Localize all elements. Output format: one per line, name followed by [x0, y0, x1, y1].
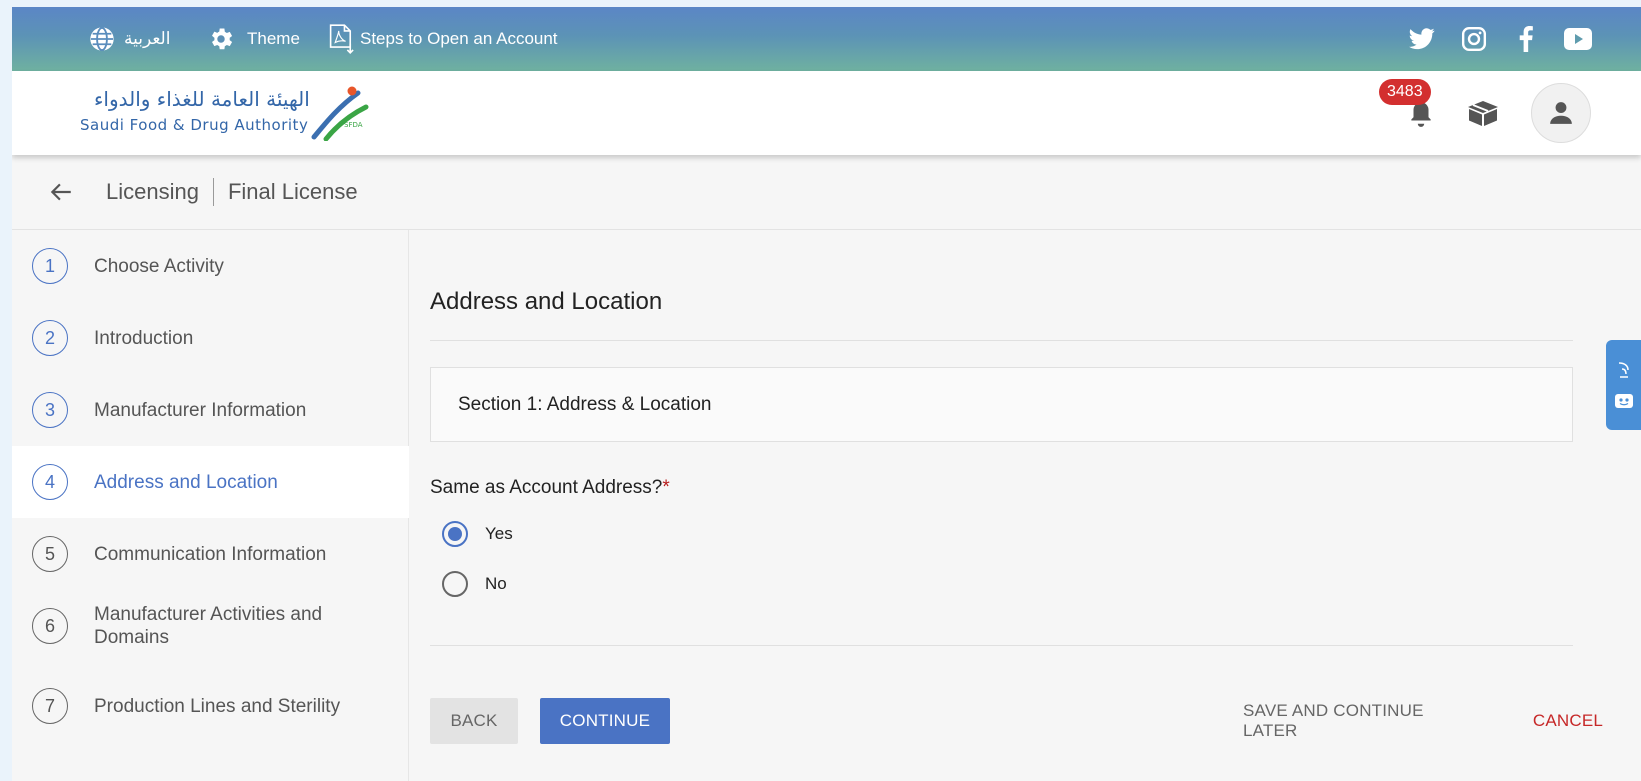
step-label: Manufacturer Activities and Domains	[94, 604, 323, 648]
sfda-emblem-icon: SFDA	[311, 86, 369, 141]
chat-bot-icon	[1614, 394, 1633, 408]
breadcrumb-section[interactable]: Licensing	[106, 179, 199, 205]
site-header: الهيئة العامة للغذاء والدواء Saudi Food …	[12, 71, 1641, 155]
pdf-download-icon	[329, 24, 354, 54]
step-label: Choose Activity	[94, 255, 224, 277]
step-number: 3	[32, 392, 68, 428]
required-marker: *	[662, 477, 670, 498]
header-actions: 3483	[1379, 71, 1591, 155]
radio-dot	[448, 527, 462, 541]
step-choose-activity[interactable]: 1 Choose Activity	[12, 230, 409, 302]
step-production-lines[interactable]: 7 Production Lines and Sterility	[12, 670, 409, 742]
continue-button[interactable]: CONTINUE	[540, 698, 670, 744]
cancel-button[interactable]: CANCEL	[1523, 698, 1613, 744]
person-icon	[1550, 102, 1572, 124]
step-introduction[interactable]: 2 Introduction	[12, 302, 409, 374]
facebook-icon[interactable]	[1511, 24, 1541, 54]
step-number: 1	[32, 248, 68, 284]
save-and-continue-later-button[interactable]: SAVE AND CONTINUE LATER	[1243, 698, 1483, 744]
box-icon	[1468, 101, 1498, 126]
divider	[430, 340, 1573, 341]
youtube-icon[interactable]	[1563, 24, 1593, 54]
step-label: Address and Location	[94, 471, 278, 493]
step-number: 2	[32, 320, 68, 356]
theme-label: Theme	[247, 29, 300, 48]
step-number: 5	[32, 536, 68, 572]
radio-option-yes[interactable]: Yes	[442, 519, 513, 549]
section-header[interactable]: Section 1: Address & Location	[430, 367, 1573, 442]
question-label: Same as Account Address?*	[430, 477, 670, 499]
back-arrow-button[interactable]	[48, 178, 76, 206]
steps-label: Steps to Open an Account	[360, 29, 558, 48]
app-frame: العربية Theme Steps to Open an Account ا…	[12, 7, 1641, 781]
twitter-icon[interactable]	[1407, 24, 1437, 54]
stepper-sidebar: 1 Choose Activity 2 Introduction 3 Manuf…	[12, 230, 409, 781]
step-number: 7	[32, 688, 68, 724]
floating-support-tab[interactable]	[1606, 340, 1641, 430]
step-number: 6	[32, 608, 68, 644]
accessibility-icon	[1618, 362, 1629, 378]
arrow-left-icon	[50, 183, 71, 201]
step-label: Communication Information	[94, 543, 327, 565]
main-content: Address and Location Section 1: Address …	[410, 230, 1641, 781]
logo-english-text: Saudi Food & Drug Authority	[80, 116, 309, 134]
back-button[interactable]: BACK	[430, 698, 518, 744]
language-label: العربية	[124, 29, 171, 48]
radio-label: Yes	[485, 524, 513, 543]
notification-badge: 3483	[1379, 79, 1431, 105]
instagram-icon[interactable]	[1459, 24, 1489, 54]
radio-option-no[interactable]: No	[442, 569, 507, 599]
notifications-button[interactable]: 3483	[1379, 79, 1441, 133]
step-label: Manufacturer Information	[94, 399, 307, 421]
step-number: 4	[32, 464, 68, 500]
radio-button[interactable]	[442, 521, 468, 547]
breadcrumb-page: Final License	[227, 179, 358, 204]
divider	[430, 645, 1573, 646]
language-switch[interactable]: العربية	[88, 7, 170, 71]
gear-icon	[212, 28, 233, 50]
radio-button[interactable]	[442, 571, 468, 597]
packages-button[interactable]	[1463, 93, 1503, 133]
steps-link[interactable]: Steps to Open an Account	[328, 7, 558, 71]
social-links	[1407, 7, 1593, 71]
step-label: Production Lines and Sterility	[94, 695, 341, 717]
step-manufacturer-activities[interactable]: 6 Manufacturer Activities and Domains	[12, 590, 409, 662]
page-title: Address and Location	[430, 288, 663, 315]
breadcrumb: Licensing Final License	[12, 155, 1641, 230]
step-manufacturer-information[interactable]: 3 Manufacturer Information	[12, 374, 409, 446]
user-avatar[interactable]	[1531, 83, 1591, 143]
logo-arabic-text: الهيئة العامة للغذاء والدواء	[94, 87, 310, 111]
top-bar: العربية Theme Steps to Open an Account	[12, 7, 1641, 71]
radio-label: No	[485, 574, 507, 593]
step-label: Introduction	[94, 327, 194, 349]
breadcrumb-divider	[212, 178, 214, 206]
question-text: Same as Account Address?	[430, 477, 663, 498]
sfda-logo[interactable]: الهيئة العامة للغذاء والدواء Saudi Food …	[80, 85, 400, 141]
logo-badge-text: SFDA	[344, 121, 363, 129]
step-communication-information[interactable]: 5 Communication Information	[12, 518, 409, 590]
globe-icon	[90, 26, 114, 52]
theme-button[interactable]: Theme	[207, 7, 300, 71]
section-title: Section 1: Address & Location	[458, 393, 712, 415]
step-address-and-location[interactable]: 4 Address and Location	[12, 446, 409, 518]
